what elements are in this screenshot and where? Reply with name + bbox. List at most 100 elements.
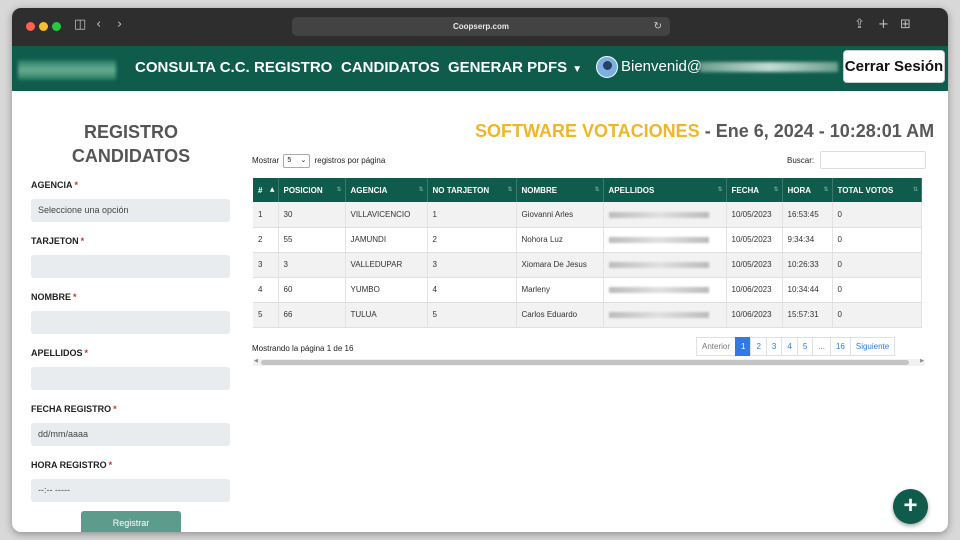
forward-arrow-icon[interactable]: › [117, 17, 122, 32]
nombre-field[interactable] [31, 311, 230, 334]
col-hora[interactable]: HORA ⇅ [782, 178, 833, 202]
col-nombre[interactable]: NOMBRE ⇅ [516, 178, 604, 202]
registrar-button[interactable]: Registrar [81, 511, 181, 532]
sort-icon: ⇅ [912, 186, 918, 193]
page-button[interactable]: 16 [829, 337, 851, 356]
nav-candidatos[interactable]: CANDIDATOS [341, 59, 440, 76]
cell-posicion: 66 [278, 302, 346, 328]
col-total-votos-label: TOTAL VOTOS [837, 185, 894, 195]
page-button[interactable]: 3 [765, 337, 783, 356]
share-icon[interactable]: ⇪ [854, 17, 865, 32]
apellidos-label-text: APELLIDOS [31, 348, 83, 358]
hora-registro-label: HORA REGISTRO * [31, 460, 112, 470]
prev-page-button[interactable]: Anterior [696, 337, 737, 356]
col-hora-label: HORA [787, 185, 812, 195]
cell-no-tarjeton: 5 [427, 302, 517, 328]
apellidos-field[interactable] [31, 367, 230, 390]
scroll-right-icon[interactable]: ▶ [920, 358, 924, 364]
cell-posicion: 30 [278, 202, 346, 228]
scrollbar-thumb[interactable] [261, 360, 909, 365]
horizontal-scrollbar[interactable]: ◀ ▶ [253, 358, 925, 366]
logout-button[interactable]: Cerrar Sesión [843, 50, 945, 83]
tarjeton-field[interactable] [31, 255, 230, 278]
next-page-button[interactable]: Siguiente [849, 337, 896, 356]
cell-index: 5 [253, 302, 279, 328]
agencia-select[interactable]: Seleccione una opción [31, 199, 230, 222]
cell-no-tarjeton: 4 [427, 277, 517, 303]
cell-nombre: Giovanni Arles [516, 202, 604, 228]
required-mark: * [80, 236, 85, 246]
required-mark: * [84, 348, 89, 358]
page-button[interactable]: 5 [796, 337, 814, 356]
reload-icon[interactable]: ↻ [654, 17, 662, 36]
hora-registro-label-text: HORA REGISTRO [31, 460, 107, 470]
page-button[interactable]: 1 [735, 337, 752, 356]
nav-registro[interactable]: REGISTRO [254, 59, 332, 76]
cell-apellidos [603, 252, 727, 278]
search-input[interactable] [820, 151, 926, 169]
col-index[interactable]: # ▲ [253, 178, 279, 202]
back-arrow-icon[interactable]: ‹ [96, 17, 101, 32]
page-size-value: 5 [287, 157, 292, 164]
table-row[interactable]: 4 60 YUMBO 4 Marleny 10/06/2023 10:34:44… [253, 277, 922, 303]
caret-down-icon: ▼ [572, 64, 583, 75]
cell-nombre: Xiomara De Jesus [516, 252, 604, 278]
new-tab-icon[interactable]: + [878, 17, 889, 32]
col-total-votos[interactable]: TOTAL VOTOS ⇅ [832, 178, 922, 202]
nav-consulta-cc[interactable]: CONSULTA C.C. [135, 59, 250, 76]
address-bar[interactable]: Coopserp.com ↻ [292, 17, 670, 36]
brand-title: SOFTWARE VOTACIONES [475, 121, 700, 141]
col-fecha[interactable]: FECHA ⇅ [726, 178, 783, 202]
redacted-text [608, 311, 709, 318]
tarjeton-label: TARJETON * [31, 236, 84, 246]
col-fecha-label: FECHA [731, 185, 760, 195]
col-apellidos[interactable]: APELLIDOS ⇅ [603, 178, 727, 202]
table-row[interactable]: 5 66 TULUA 5 Carlos Eduardo 10/06/2023 1… [253, 302, 922, 328]
required-mark: * [113, 404, 117, 414]
cell-hora: 9:34:34 [782, 227, 833, 253]
add-button[interactable]: + [893, 489, 928, 524]
sidebar-toggle-icon[interactable]: ◫ [74, 17, 86, 32]
col-posicion[interactable]: POSICION ⇅ [278, 178, 346, 202]
maximize-window-button[interactable] [52, 22, 61, 31]
form-title: REGISTRO CANDIDATOS [71, 122, 191, 166]
page-title: SOFTWARE VOTACIONES - Ene 6, 2024 - 10:2… [475, 121, 934, 142]
nav-generar-pdfs[interactable]: GENERAR PDFS ▼ [448, 59, 582, 76]
page-button[interactable]: 4 [781, 337, 798, 356]
page-size-select[interactable]: 5 ⌄ [283, 154, 311, 168]
search-label: Buscar: [787, 156, 815, 165]
redacted-text [608, 236, 709, 243]
table-row[interactable]: 3 3 VALLEDUPAR 3 Xiomara De Jesus 10/05/… [253, 252, 922, 278]
pagination: Anterior 1 2 3 4 5 ... 16 Siguiente [696, 337, 896, 356]
cell-posicion: 55 [278, 227, 346, 253]
cell-agencia: VILLAVICENCIO [345, 202, 428, 228]
tab-overview-icon[interactable]: ⊞ [900, 17, 911, 32]
scroll-left-icon[interactable]: ◀ [254, 358, 258, 364]
fecha-registro-field[interactable]: dd/mm/aaaa [31, 423, 230, 446]
table-row[interactable]: 2 55 JAMUNDI 2 Nohora Luz 10/05/2023 9:3… [253, 227, 922, 253]
required-mark: * [108, 460, 113, 470]
close-window-button[interactable] [26, 22, 35, 31]
candidates-table: # ▲ POSICION ⇅ AGENCIA ⇅ NO TARJETON ⇅ NOMBR… [253, 178, 922, 328]
pagination-info: Mostrando la página 1 de 16 [252, 344, 354, 353]
cell-apellidos [603, 227, 727, 253]
logo[interactable] [18, 60, 116, 80]
page-button[interactable]: 2 [750, 337, 767, 356]
col-agencia[interactable]: AGENCIA ⇅ [345, 178, 428, 202]
tarjeton-label-text: TARJETON [31, 236, 79, 246]
hora-registro-field[interactable]: --:-- ----- [31, 479, 230, 502]
col-no-tarjeton[interactable]: NO TARJETON ⇅ [427, 178, 517, 202]
fecha-registro-label: FECHA REGISTRO * [31, 404, 117, 414]
cell-no-tarjeton: 3 [427, 252, 517, 278]
agencia-label: AGENCIA * [31, 180, 78, 190]
sort-icon: ⇅ [773, 186, 779, 193]
welcome-text[interactable]: Bienvenid@ [621, 58, 702, 75]
avatar[interactable] [596, 56, 618, 78]
minimize-window-button[interactable] [39, 22, 48, 31]
required-mark: * [73, 292, 77, 302]
cell-apellidos [603, 277, 727, 303]
col-index-label: # [258, 185, 263, 195]
show-suffix: registros por página [314, 156, 386, 166]
cell-posicion: 60 [278, 277, 346, 303]
table-row[interactable]: 1 30 VILLAVICENCIO 1 Giovanni Arles 10/0… [253, 202, 922, 228]
